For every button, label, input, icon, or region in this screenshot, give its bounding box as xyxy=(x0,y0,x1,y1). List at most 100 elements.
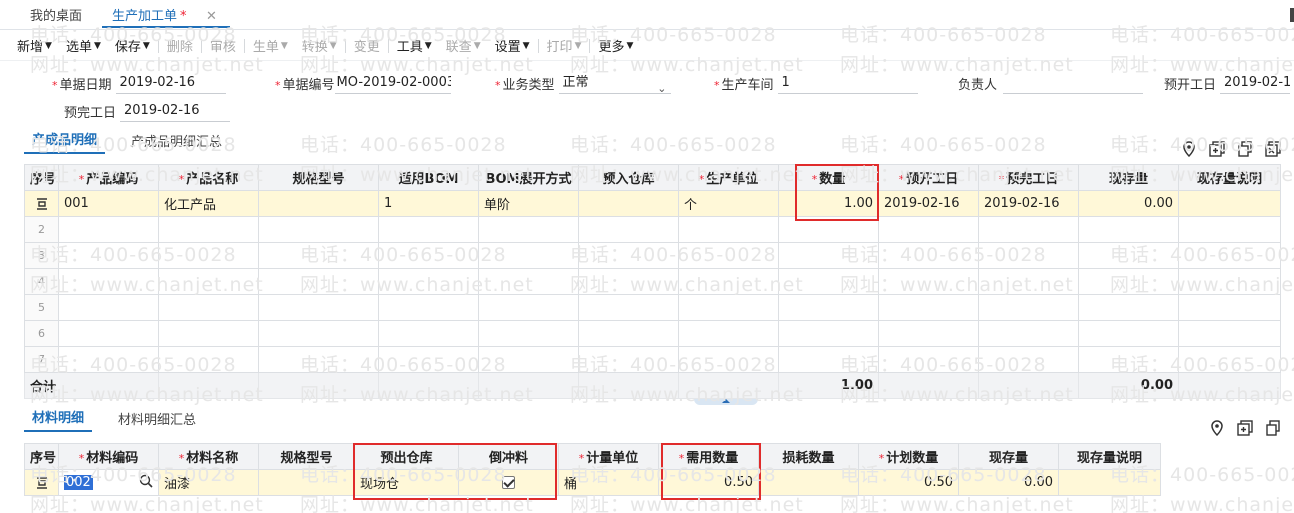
cell-bom[interactable]: 1 xyxy=(378,190,479,217)
grid-cell[interactable] xyxy=(578,346,679,373)
grid-cell[interactable] xyxy=(1178,216,1281,243)
add-row-icon[interactable] xyxy=(1208,140,1226,158)
cell-stock_note[interactable] xyxy=(1178,190,1281,217)
grid-cell[interactable] xyxy=(878,294,979,321)
product_section-col-header[interactable]: * 数量 xyxy=(778,164,879,191)
grid-cell[interactable] xyxy=(678,216,779,243)
cell-unit[interactable]: 个 xyxy=(678,190,779,217)
material_section-col-header[interactable]: 序号 xyxy=(24,443,59,470)
grid-cell[interactable] xyxy=(578,268,679,295)
cell-bom_mode[interactable]: 单阶 xyxy=(478,190,579,217)
grid-cell[interactable] xyxy=(258,320,379,347)
copy-row-icon[interactable] xyxy=(1236,140,1254,158)
grid-cell[interactable] xyxy=(1178,294,1281,321)
grid-cell[interactable] xyxy=(258,294,379,321)
grid-cell[interactable] xyxy=(1178,320,1281,347)
table-row[interactable]: 5 xyxy=(24,294,1281,321)
toolbar-button-11[interactable]: 打印 ▼ xyxy=(540,36,589,55)
cell-warehouse[interactable]: 现场仓 xyxy=(354,469,459,496)
locate-icon[interactable] xyxy=(1180,140,1198,158)
cell-loss-qty[interactable] xyxy=(758,469,859,496)
cell-plan-qty[interactable]: 0.50 xyxy=(858,469,959,496)
grid-cell[interactable] xyxy=(378,268,479,295)
table-row[interactable]: 6 xyxy=(24,320,1281,347)
grid-cell[interactable] xyxy=(1078,216,1179,243)
cell-code[interactable]: 002 xyxy=(58,469,159,496)
material_section-col-header[interactable]: 规格型号 xyxy=(258,443,355,470)
grid-cell[interactable] xyxy=(258,268,379,295)
cell-code[interactable]: 001 xyxy=(58,190,159,217)
grid-cell[interactable] xyxy=(878,320,979,347)
cell-qty[interactable]: 1.00 xyxy=(778,190,879,217)
grid-cell[interactable] xyxy=(678,242,779,269)
row-menu-icon[interactable] xyxy=(35,476,49,490)
grid-cell[interactable] xyxy=(158,268,259,295)
product_section-col-header[interactable]: * 预完工日 xyxy=(978,164,1079,191)
grid-cell[interactable] xyxy=(978,320,1079,347)
grid-cell[interactable] xyxy=(578,320,679,347)
grid-cell[interactable] xyxy=(878,216,979,243)
product_section-col-header[interactable]: 预入仓库 xyxy=(578,164,679,191)
doc-date-input[interactable]: 2019-02-16 xyxy=(115,72,226,94)
toolbar-button-1[interactable]: 选单 ▼ xyxy=(59,36,108,55)
grid-cell[interactable] xyxy=(778,320,879,347)
cell-spec[interactable] xyxy=(258,469,355,496)
grid-cell[interactable] xyxy=(58,216,159,243)
toolbar-button-2[interactable]: 保存 ▼ xyxy=(108,36,157,55)
product_section-col-header[interactable]: 规格型号 xyxy=(258,164,379,191)
material_section-col-header[interactable]: 损耗数量 xyxy=(758,443,859,470)
tab-material-summary[interactable]: 材料明细汇总 xyxy=(110,409,204,432)
cell-required-qty[interactable]: 0.50 xyxy=(658,469,759,496)
product_section-col-header[interactable]: 现存量 xyxy=(1078,164,1179,191)
toolbar-button-8[interactable]: 工具 ▼ xyxy=(390,36,439,55)
cell-warehouse[interactable] xyxy=(578,190,679,217)
grid-cell[interactable] xyxy=(478,320,579,347)
grid-cell[interactable] xyxy=(1078,268,1179,295)
grid-cell[interactable] xyxy=(258,216,379,243)
toolbar-button-4[interactable]: 审核 xyxy=(203,36,243,55)
table-row[interactable]: 3 xyxy=(24,242,1281,269)
grid-cell[interactable] xyxy=(58,268,159,295)
grid-cell[interactable] xyxy=(778,294,879,321)
grid-cell[interactable] xyxy=(878,268,979,295)
row-menu-icon[interactable] xyxy=(35,197,49,211)
grid-cell[interactable] xyxy=(678,268,779,295)
product_section-col-header[interactable]: 适用BOM xyxy=(378,164,479,191)
grid-cell[interactable] xyxy=(1178,242,1281,269)
grid-cell[interactable] xyxy=(478,294,579,321)
grid-cell[interactable] xyxy=(158,242,259,269)
cell-stock[interactable]: 0.00 xyxy=(958,469,1059,496)
grid-cell[interactable] xyxy=(158,320,259,347)
row-number-cell[interactable] xyxy=(24,469,59,496)
toolbar-button-9[interactable]: 联查 ▼ xyxy=(439,36,488,55)
toolbar-button-6[interactable]: 转换 ▼ xyxy=(295,36,344,55)
grid-cell[interactable] xyxy=(578,242,679,269)
copy-row-icon[interactable] xyxy=(1264,419,1282,437)
grid-cell[interactable] xyxy=(1178,346,1281,373)
material_section-col-header[interactable]: * 计划数量 xyxy=(858,443,959,470)
grid-cell[interactable] xyxy=(778,268,879,295)
grid-cell[interactable] xyxy=(378,216,479,243)
owner-input[interactable] xyxy=(1003,72,1144,94)
material_section-col-header[interactable]: * 需用数量 xyxy=(658,443,759,470)
toolbar-button-5[interactable]: 生单 ▼ xyxy=(246,36,295,55)
grid-cell[interactable] xyxy=(778,216,879,243)
table-row[interactable]: 4 xyxy=(24,268,1281,295)
grid-cell[interactable] xyxy=(58,242,159,269)
product_section-col-header[interactable]: * 产品名称 xyxy=(158,164,259,191)
grid-cell[interactable] xyxy=(258,346,379,373)
grid-cell[interactable] xyxy=(878,242,979,269)
grid-cell[interactable] xyxy=(378,294,479,321)
table-row[interactable]: 7 xyxy=(24,346,1281,373)
workshop-input[interactable]: 1 xyxy=(777,72,918,94)
grid-cell[interactable] xyxy=(1078,320,1179,347)
grid-cell[interactable] xyxy=(978,268,1079,295)
cell-backflush[interactable] xyxy=(458,469,559,496)
grid-cell[interactable] xyxy=(58,294,159,321)
doc-no-input[interactable]: MO-2019-02-0003 xyxy=(334,72,451,94)
table-row[interactable]: 2 xyxy=(24,216,1281,243)
material_section-col-header[interactable]: * 材料名称 xyxy=(158,443,259,470)
cell-finish[interactable]: 2019-02-16 xyxy=(978,190,1079,217)
cell-stock-note[interactable] xyxy=(1058,469,1161,496)
table-row[interactable]: 001 化工产品 1 单阶个 1.00 2019-02-16 2019-02-16 0.00 xyxy=(24,190,1281,217)
